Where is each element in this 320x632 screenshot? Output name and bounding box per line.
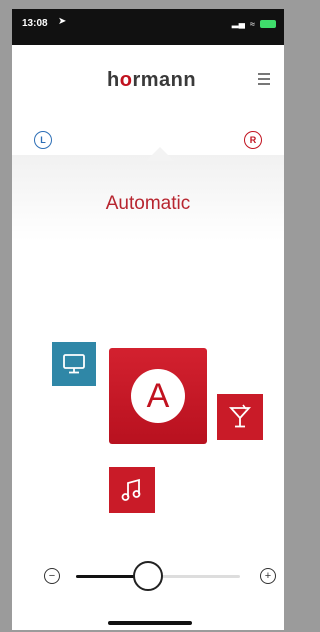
hormann-logo: hormann (107, 69, 196, 92)
slider-track[interactable] (76, 561, 240, 591)
right-zone-button[interactable]: R (244, 131, 262, 149)
monitor-icon (63, 354, 85, 374)
logo-text-part1: h (107, 69, 120, 91)
music-mode-button[interactable] (109, 467, 155, 513)
home-indicator (108, 621, 192, 625)
volume-plus-icon[interactable]: + (260, 568, 276, 584)
automatic-letter: A (131, 369, 185, 423)
left-zone-button[interactable]: L (34, 131, 52, 149)
app-header: hormann (12, 45, 284, 117)
slider-thumb[interactable] (133, 561, 164, 591)
cocktail-icon (228, 404, 252, 428)
automatic-mode-button[interactable]: A (109, 348, 207, 444)
volume-slider[interactable]: − + (12, 559, 284, 593)
mode-title: Automatic (105, 193, 191, 214)
status-bar: 13:08 ➤ ▂▄ ≈ (12, 9, 284, 45)
battery-icon (260, 19, 276, 28)
signal-icon: ▂▄ (231, 18, 246, 28)
mode-pointer-notch (146, 147, 174, 161)
logo-text-o: o (119, 69, 133, 91)
tv-mode-button[interactable] (52, 342, 96, 386)
music-note-icon (121, 478, 141, 501)
location-arrow-icon: ➤ (58, 16, 67, 27)
hamburger-menu-icon[interactable] (258, 73, 270, 88)
cocktail-mode-button[interactable] (217, 394, 263, 440)
app-screen: 13:08 ➤ ▂▄ ≈ hormann L R Automatic A − + (12, 9, 284, 630)
wifi-icon: ≈ (250, 18, 255, 29)
status-icons: ▂▄ ≈ (232, 18, 276, 29)
status-time: 13:08 (22, 18, 48, 29)
logo-text-part2: rmann (132, 69, 197, 91)
volume-minus-icon[interactable]: − (44, 568, 60, 584)
